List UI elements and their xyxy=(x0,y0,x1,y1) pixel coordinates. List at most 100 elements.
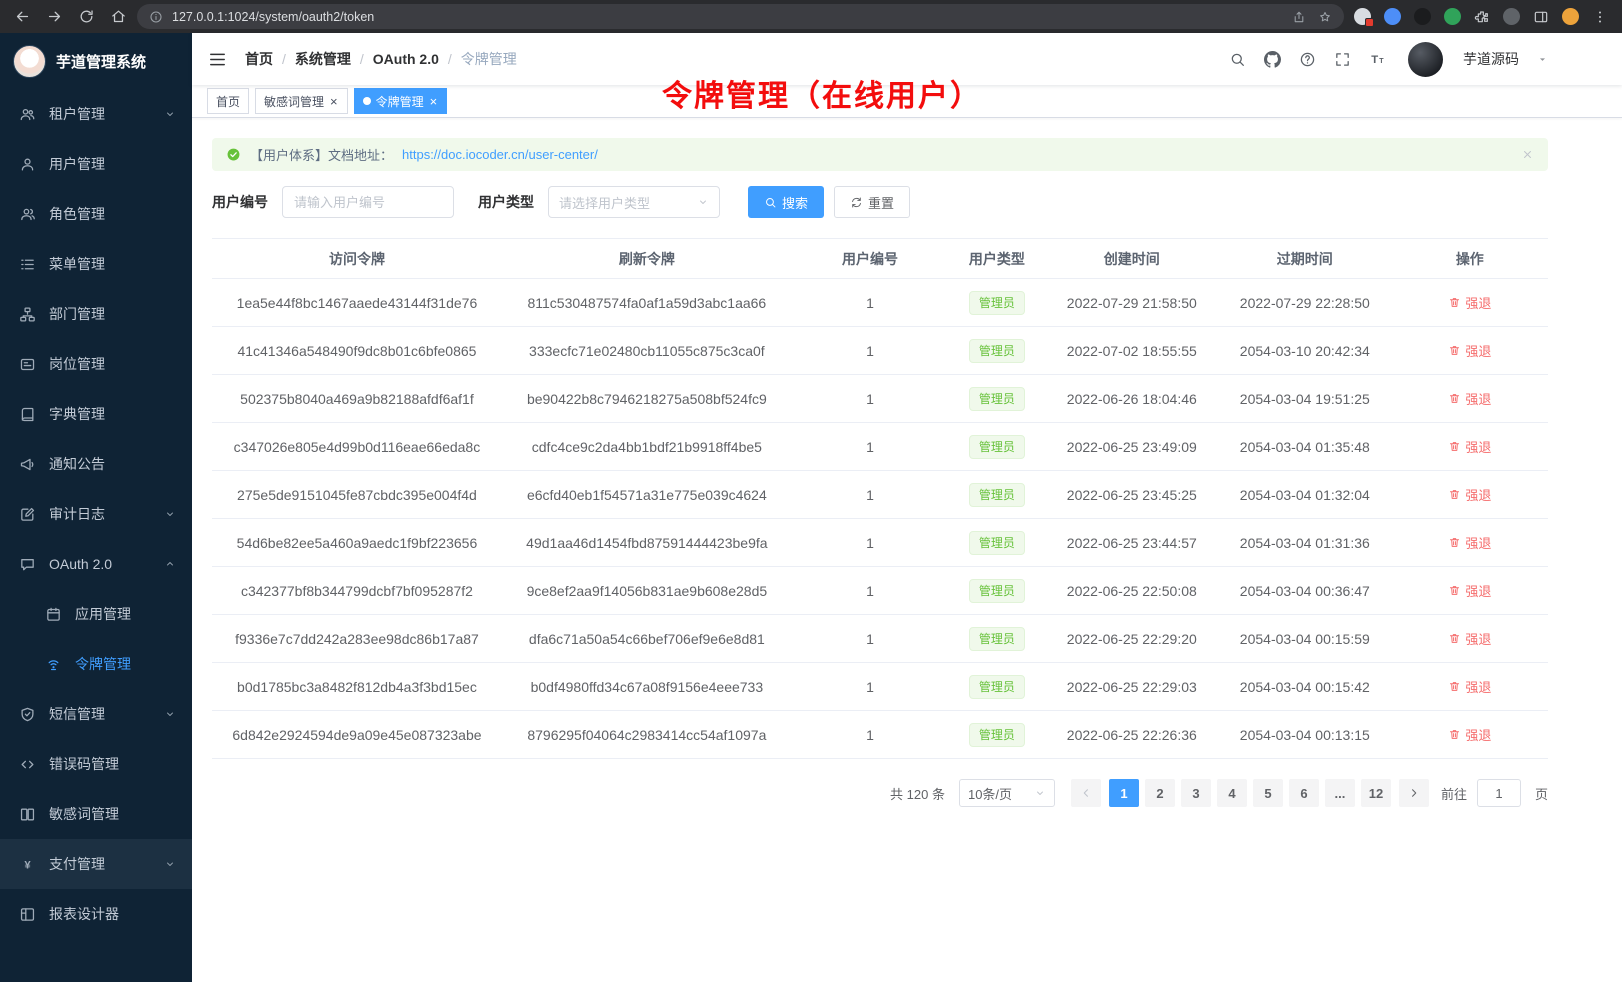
bookmark-star-icon[interactable] xyxy=(1318,10,1332,24)
fullscreen-icon[interactable] xyxy=(1334,51,1351,68)
sidebar-item-notice[interactable]: 通知公告 xyxy=(0,439,192,489)
sidebar-item-sensitive-word[interactable]: 敏感词管理 xyxy=(0,789,192,839)
force-logout-button[interactable]: 强退 xyxy=(1448,389,1491,408)
extension-4-icon[interactable] xyxy=(1444,8,1461,25)
force-logout-label: 强退 xyxy=(1465,485,1491,504)
extension-2-icon[interactable] xyxy=(1384,8,1401,25)
sidebar-item-oauth2-token[interactable]: 令牌管理 xyxy=(0,639,192,689)
sidebar-item-dict[interactable]: 字典管理 xyxy=(0,389,192,439)
sidebar-item-label: 角色管理 xyxy=(49,204,176,224)
github-icon[interactable] xyxy=(1264,51,1281,68)
question-icon[interactable] xyxy=(1299,51,1316,68)
force-logout-button[interactable]: 强退 xyxy=(1448,293,1491,312)
page-button-5[interactable]: 5 xyxy=(1253,779,1283,807)
share-icon[interactable] xyxy=(1292,10,1306,24)
hamburger-icon[interactable] xyxy=(208,50,227,69)
home-icon[interactable] xyxy=(110,8,127,25)
doc-link[interactable]: https://doc.iocoder.cn/user-center/ xyxy=(402,147,598,162)
sidebar-item-report[interactable]: 报表设计器 xyxy=(0,889,192,939)
sidebar-item-error-code[interactable]: 错误码管理 xyxy=(0,739,192,789)
sidebar-item-oauth2-app[interactable]: 应用管理 xyxy=(0,589,192,639)
address-bar[interactable]: 127.0.0.1:1024/system/oauth2/token xyxy=(137,4,1344,29)
sidebar-item-pay[interactable]: ¥支付管理 xyxy=(0,839,192,889)
sidebar-item-audit-log[interactable]: 审计日志 xyxy=(0,489,192,539)
force-logout-button[interactable]: 强退 xyxy=(1448,677,1491,696)
page-size-select[interactable]: 10条/页 xyxy=(959,779,1055,807)
force-logout-button[interactable]: 强退 xyxy=(1448,485,1491,504)
profile-avatar-icon[interactable] xyxy=(1562,8,1579,25)
close-icon[interactable]: × xyxy=(429,95,439,108)
users-icon xyxy=(19,106,36,123)
access-token-cell: c342377bf8b344799dcbf7bf095287f2 xyxy=(212,567,502,615)
caret-down-icon[interactable] xyxy=(1537,54,1548,65)
force-logout-button[interactable]: 强退 xyxy=(1448,437,1491,456)
sidebar-item-sms[interactable]: 短信管理 xyxy=(0,689,192,739)
sidebar-item-oauth2[interactable]: OAuth 2.0 xyxy=(0,539,192,589)
user-name[interactable]: 芋道源码 xyxy=(1463,49,1519,69)
extension-1-icon[interactable] xyxy=(1354,8,1371,25)
tab-oauth2-token[interactable]: 令牌管理× xyxy=(354,88,448,114)
force-logout-label: 强退 xyxy=(1465,581,1491,600)
breadcrumb-item[interactable]: 首页 xyxy=(245,49,273,69)
created-at-cell: 2022-06-25 22:50:08 xyxy=(1046,567,1218,615)
trash-icon xyxy=(1448,344,1461,357)
site-info-icon[interactable] xyxy=(149,10,163,24)
sidebar-item-role[interactable]: 角色管理 xyxy=(0,189,192,239)
pager-ellipsis[interactable]: ... xyxy=(1325,779,1355,807)
force-logout-label: 强退 xyxy=(1465,629,1491,648)
trash-icon xyxy=(1448,584,1461,597)
action-cell: 强退 xyxy=(1392,375,1548,423)
sidebar-item-menu[interactable]: 菜单管理 xyxy=(0,239,192,289)
side-panel-icon[interactable] xyxy=(1533,9,1549,25)
sidebar-item-post[interactable]: 岗位管理 xyxy=(0,339,192,389)
force-logout-button[interactable]: 强退 xyxy=(1448,581,1491,600)
sidebar-item-tenant[interactable]: 租户管理 xyxy=(0,89,192,139)
extensions-puzzle-icon[interactable] xyxy=(1474,9,1490,25)
page-button-4[interactable]: 4 xyxy=(1217,779,1247,807)
font-size-icon[interactable]: TT xyxy=(1369,51,1386,68)
sidebar-item-user[interactable]: 用户管理 xyxy=(0,139,192,189)
expires-at-cell: 2054-03-04 01:31:36 xyxy=(1218,519,1392,567)
user-id-label: 用户编号 xyxy=(212,192,268,212)
goto-page-input[interactable] xyxy=(1477,779,1521,807)
force-logout-button[interactable]: 强退 xyxy=(1448,725,1491,744)
expires-at-cell: 2054-03-04 19:51:25 xyxy=(1218,375,1392,423)
tab-sensitive-word[interactable]: 敏感词管理× xyxy=(255,88,348,114)
user-avatar[interactable] xyxy=(1408,42,1443,77)
user-id-input[interactable] xyxy=(282,186,454,218)
user-type-badge: 管理员 xyxy=(969,291,1025,315)
force-logout-button[interactable]: 强退 xyxy=(1448,629,1491,648)
breadcrumb-item[interactable]: 系统管理 xyxy=(295,49,351,69)
page-button-12[interactable]: 12 xyxy=(1361,779,1391,807)
back-icon[interactable] xyxy=(14,8,31,25)
page-button-3[interactable]: 3 xyxy=(1181,779,1211,807)
next-page-button[interactable] xyxy=(1399,779,1429,807)
close-icon[interactable] xyxy=(1521,148,1534,161)
oauth-icon xyxy=(19,556,36,573)
search-button[interactable]: 搜索 xyxy=(748,186,824,218)
close-icon[interactable]: × xyxy=(329,95,339,108)
search-icon[interactable] xyxy=(1229,51,1246,68)
user-type-badge: 管理员 xyxy=(969,387,1025,411)
user-type-select[interactable]: 请选择用户类型 xyxy=(548,186,720,218)
forward-icon[interactable] xyxy=(46,8,63,25)
page-button-1[interactable]: 1 xyxy=(1109,779,1139,807)
extension-3-icon[interactable] xyxy=(1414,8,1431,25)
refresh-token-cell: be90422b8c7946218275a508bf524fc9 xyxy=(502,375,792,423)
breadcrumb-item[interactable]: OAuth 2.0 xyxy=(373,51,439,67)
tab-home[interactable]: 首页 xyxy=(207,88,249,114)
app-icon xyxy=(45,606,62,623)
column-header: 操作 xyxy=(1392,239,1548,279)
reload-icon[interactable] xyxy=(78,8,95,25)
refresh-token-cell: 8796295f04064c2983414cc54af1097a xyxy=(502,711,792,759)
force-logout-button[interactable]: 强退 xyxy=(1448,341,1491,360)
page-button-6[interactable]: 6 xyxy=(1289,779,1319,807)
prev-page-button[interactable] xyxy=(1071,779,1101,807)
app-logo[interactable]: 芋道管理系统 xyxy=(0,33,192,89)
force-logout-button[interactable]: 强退 xyxy=(1448,533,1491,552)
menu-kebab-icon[interactable] xyxy=(1592,9,1608,25)
extension-5-icon[interactable] xyxy=(1503,8,1520,25)
page-button-2[interactable]: 2 xyxy=(1145,779,1175,807)
sidebar-item-dept[interactable]: 部门管理 xyxy=(0,289,192,339)
reset-button[interactable]: 重置 xyxy=(834,186,910,218)
